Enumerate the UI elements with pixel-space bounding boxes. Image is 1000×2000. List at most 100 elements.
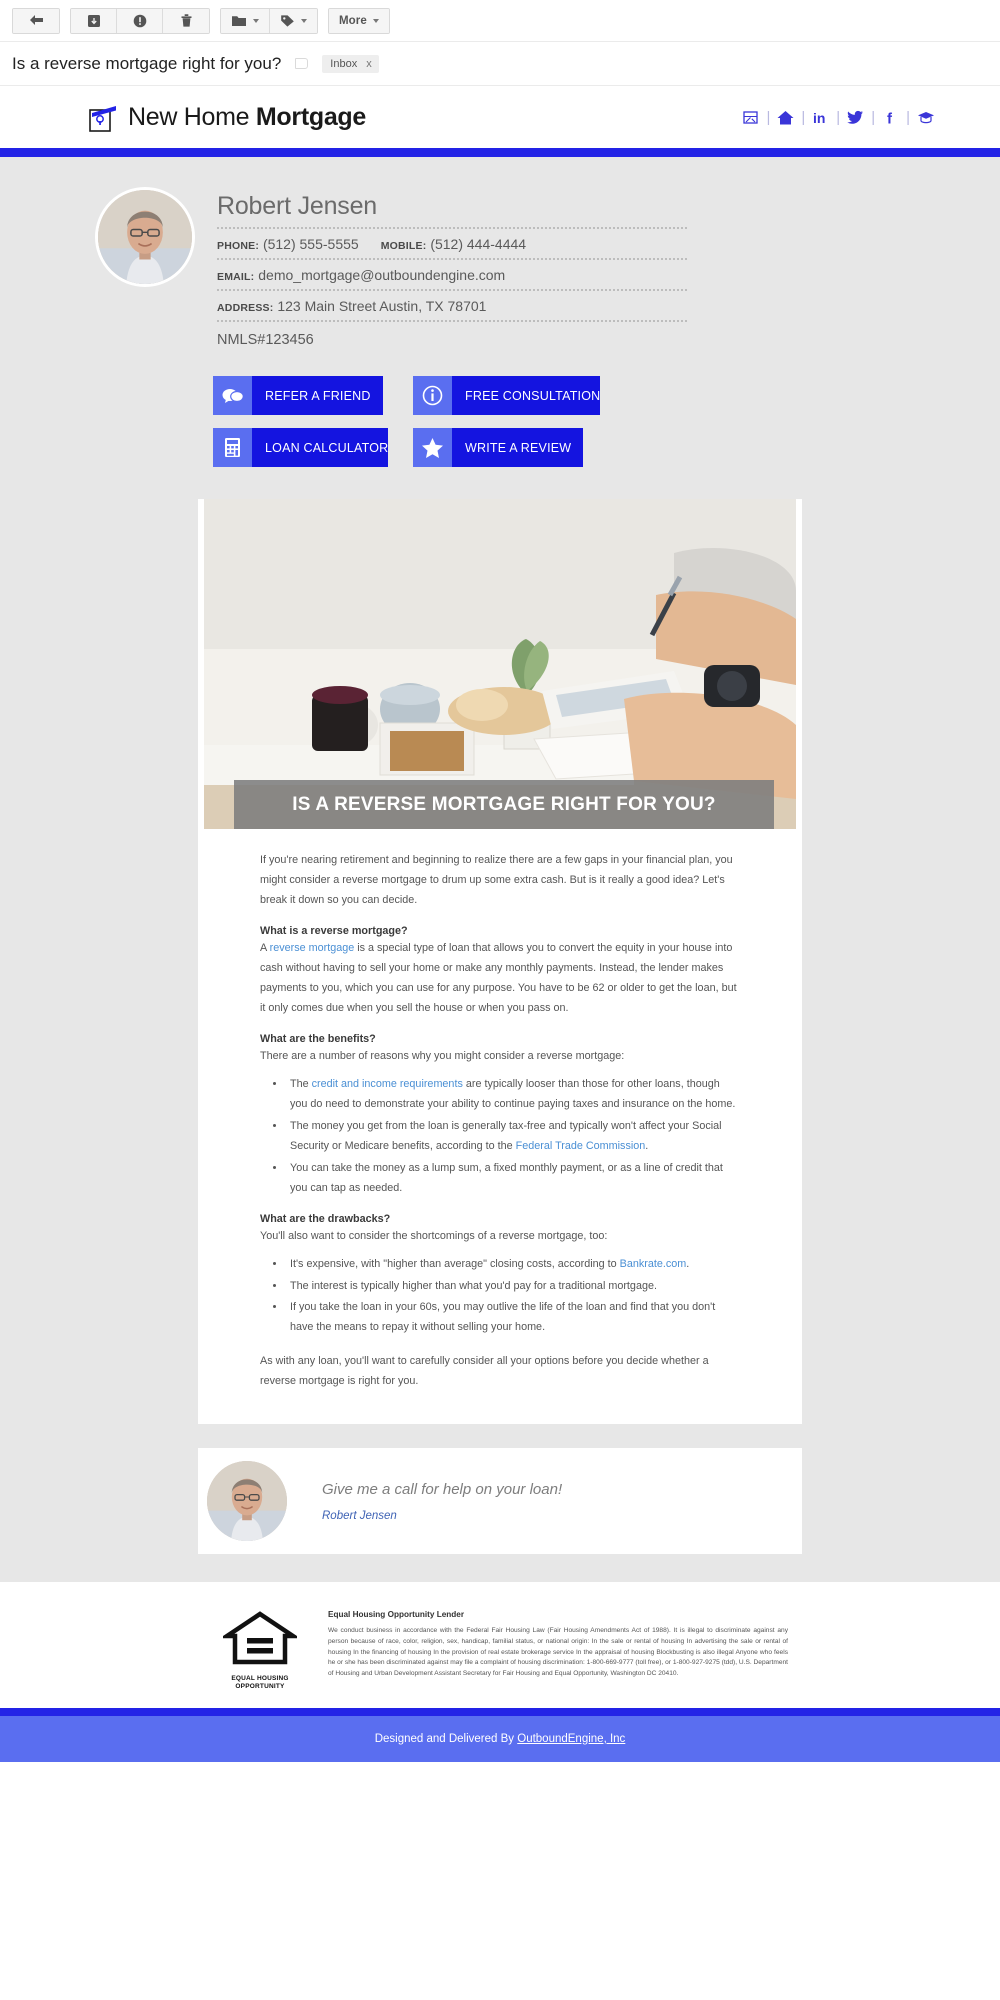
text-segment: .	[645, 1139, 649, 1152]
text-segment: .	[686, 1257, 690, 1270]
brand-name-light: New Home	[128, 102, 256, 131]
email-client-page: More Is a reverse mortgage right for you…	[0, 0, 1000, 1762]
archive-icon	[87, 14, 100, 27]
benefits-list: The credit and income requirements are t…	[286, 1075, 740, 1199]
cta-label: FREE CONSULTATION	[452, 376, 601, 415]
subject-bar: Is a reverse mortgage right for you? Inb…	[0, 42, 1000, 86]
hero-title: IS A REVERSE MORTGAGE RIGHT FOR YOU?	[292, 793, 716, 815]
back-button[interactable]	[13, 8, 59, 33]
more-label: More	[339, 14, 367, 27]
agent-signature-block: Robert Jensen PHONE: (512) 555-5555 MOBIL…	[0, 187, 1000, 348]
more-button[interactable]: More	[329, 8, 389, 33]
hero-image: IS A REVERSE MORTGAGE RIGHT FOR YOU?	[204, 499, 796, 829]
delete-button[interactable]	[163, 8, 209, 33]
email-value[interactable]: demo_mortgage@outboundengine.com	[258, 267, 505, 283]
chat-bubbles-icon	[213, 376, 252, 415]
legal-body: We conduct business in accordance with t…	[328, 1627, 788, 1678]
social-twitter-icon[interactable]	[841, 110, 870, 125]
mobile-value: (512) 444-4444	[430, 236, 527, 252]
toolbar-group-organize	[220, 7, 318, 34]
social-home-icon[interactable]	[771, 110, 800, 125]
intro-paragraph: If you're nearing retirement and beginni…	[260, 854, 733, 906]
email-content-area: Robert Jensen PHONE: (512) 555-5555 MOBIL…	[0, 157, 1000, 1583]
write-a-review-button[interactable]: WRITE A REVIEW	[413, 428, 583, 467]
label-outline-icon	[295, 58, 309, 69]
agent-name: Robert Jensen	[217, 192, 377, 220]
social-links: | | in | | f |	[736, 109, 940, 126]
divider	[217, 258, 687, 260]
list-item: You can take the money as a lump sum, a …	[286, 1159, 740, 1199]
address-row: ADDRESS: 123 Main Street Austin, TX 7870…	[217, 296, 687, 317]
info-icon	[413, 376, 452, 415]
toolbar-group-actions	[70, 7, 210, 34]
toolbar-group-more: More	[328, 7, 390, 34]
avatar	[95, 187, 195, 287]
svg-text:in: in	[813, 110, 825, 125]
list-item: The interest is typically higher than wh…	[286, 1277, 740, 1297]
phone-label: PHONE:	[217, 240, 260, 252]
text-segment: The	[290, 1077, 312, 1090]
avatar	[204, 1458, 290, 1545]
credit-prefix: Designed and Delivered By	[374, 1732, 518, 1745]
email-body: New Home Mortgage | | in | | f | Robert …	[0, 86, 1000, 1762]
article-body: If you're nearing retirement and beginni…	[198, 829, 802, 1392]
equal-housing-logo: EQUAL HOUSING OPPORTUNITY	[212, 1610, 308, 1691]
remove-label-icon[interactable]: x	[366, 58, 372, 70]
list-item: The credit and income requirements are t…	[286, 1075, 740, 1115]
inbox-label-text: Inbox	[330, 57, 358, 70]
credit-text: Designed and Delivered By OutboundEngine…	[375, 1733, 626, 1745]
closing-text: Give me a call for help on your loan! Ro…	[290, 1481, 562, 1522]
archive-button[interactable]	[71, 8, 117, 33]
ftc-link[interactable]: Federal Trade Commission	[516, 1140, 646, 1152]
section-heading-1: What is a reverse mortgage?	[260, 924, 408, 937]
outboundengine-link[interactable]: OutboundEngine, Inc	[517, 1733, 625, 1745]
calculator-icon	[213, 428, 252, 467]
email-header: New Home Mortgage | | in | | f |	[0, 86, 1000, 148]
legal-heading: Equal Housing Opportunity Lender	[328, 1610, 465, 1620]
inbox-label-chip[interactable]: Inbox x	[322, 54, 379, 73]
credit-requirements-link[interactable]: credit and income requirements	[312, 1078, 463, 1090]
section-heading-3: What are the drawbacks?	[260, 1212, 391, 1225]
closing-paragraph: As with any loan, you'll want to careful…	[260, 1355, 709, 1388]
list-item: It's expensive, with "higher than averag…	[286, 1255, 740, 1275]
closing-signature[interactable]: Robert Jensen	[322, 1510, 562, 1522]
divider	[217, 227, 687, 229]
footer-credit-bar: Designed and Delivered By OutboundEngine…	[0, 1715, 1000, 1762]
cta-button-grid: REFER A FRIEND FREE CONSULTATION LOAN CA…	[0, 348, 1000, 467]
reverse-mortgage-link[interactable]: reverse mortgage	[270, 942, 355, 954]
closing-card: Give me a call for help on your loan! Ro…	[198, 1448, 802, 1555]
ehl-line-2: OPPORTUNITY	[235, 1683, 285, 1691]
social-linkedin-icon[interactable]: in	[806, 110, 835, 125]
divider	[217, 320, 687, 322]
brand-logo[interactable]: New Home Mortgage	[88, 102, 366, 133]
legal-disclaimer: Equal Housing Opportunity Lender We cond…	[328, 1610, 788, 1691]
loan-calculator-button[interactable]: LOAN CALCULATOR	[213, 428, 389, 467]
toolbar-group-back	[12, 7, 60, 34]
move-to-button[interactable]	[221, 8, 270, 33]
mail-toolbar: More	[0, 0, 1000, 42]
phone-value: (512) 555-5555	[262, 236, 359, 252]
free-consultation-button[interactable]: FREE CONSULTATION	[413, 376, 601, 415]
phone-row: PHONE: (512) 555-5555 MOBILE: (512) 444-4…	[217, 234, 687, 255]
social-email-icon[interactable]	[736, 110, 765, 124]
cta-label: WRITE A REVIEW	[452, 428, 583, 467]
labels-button[interactable]	[270, 8, 317, 33]
article-card: IS A REVERSE MORTGAGE RIGHT FOR YOU? If …	[198, 499, 802, 1425]
text-segment: A	[260, 941, 270, 954]
accent-rule-bottom	[0, 1707, 1000, 1716]
list-item: If you take the loan in your 60s, you ma…	[286, 1298, 740, 1338]
list-item: The money you get from the loan is gener…	[286, 1117, 740, 1157]
section-2-paragraph: There are a number of reasons why you mi…	[260, 1049, 625, 1062]
cta-label: LOAN CALCULATOR	[252, 428, 389, 467]
bankrate-link[interactable]: Bankrate.com	[620, 1258, 687, 1270]
page-title: Is a reverse mortgage right for you?	[12, 53, 282, 73]
social-graduation-cap-icon[interactable]	[911, 110, 940, 124]
email-footer: EQUAL HOUSING OPPORTUNITY Equal Housing …	[0, 1582, 1000, 1708]
chevron-down-icon	[301, 18, 307, 23]
social-facebook-icon[interactable]: f	[876, 110, 905, 125]
cta-label: REFER A FRIEND	[252, 376, 383, 415]
refer-a-friend-button[interactable]: REFER A FRIEND	[213, 376, 383, 415]
section-heading-2: What are the benefits?	[260, 1032, 376, 1045]
brand-name: New Home Mortgage	[128, 103, 366, 132]
spam-button[interactable]	[117, 8, 163, 33]
